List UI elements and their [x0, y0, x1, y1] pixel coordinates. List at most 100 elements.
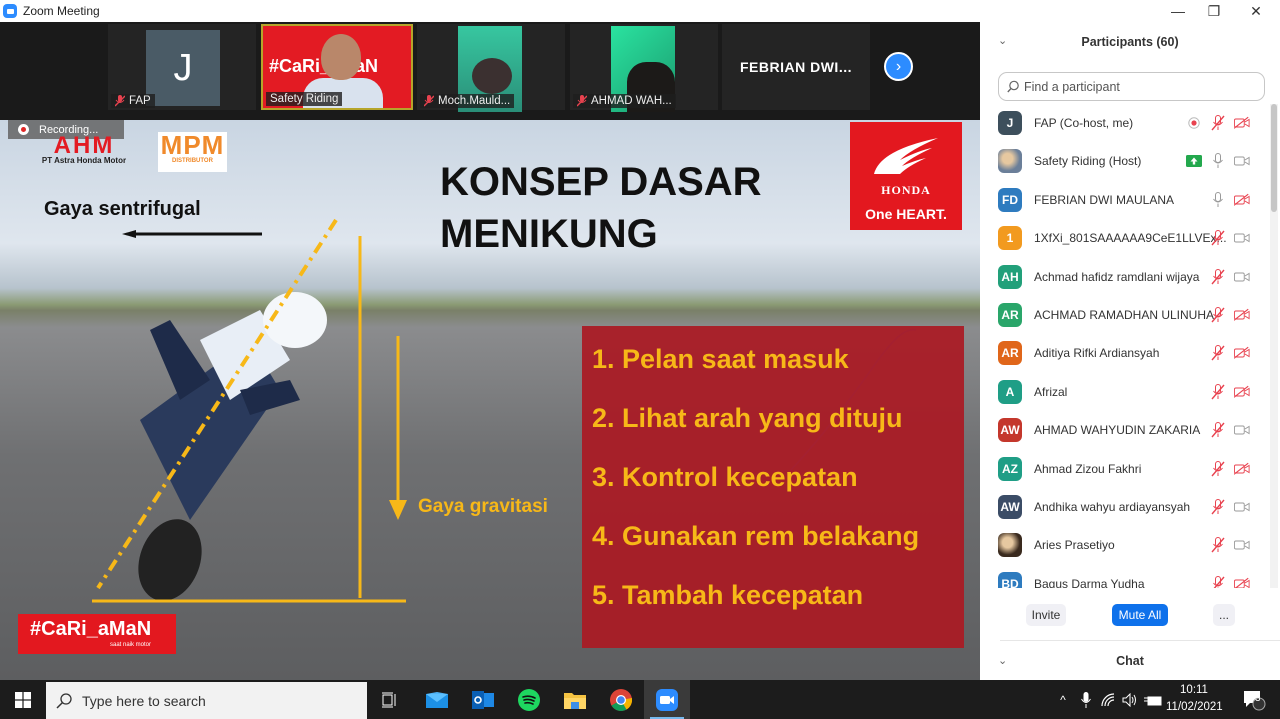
video-off-icon[interactable] [1234, 192, 1250, 208]
participant-status-icons [1210, 575, 1250, 588]
mic-muted-icon[interactable] [1210, 575, 1226, 588]
video-tile-fap[interactable]: J FAP [108, 24, 256, 110]
taskbar-clock[interactable]: 10:11 11/02/2021 [1166, 682, 1223, 716]
mic-muted-icon[interactable] [1210, 230, 1226, 246]
participant-row[interactable]: FD FEBRIAN DWI MAULANA [980, 181, 1270, 219]
taskbar-spotify[interactable] [506, 680, 552, 719]
taskbar-search[interactable] [46, 682, 367, 719]
restore-icon: ❐ [1207, 2, 1221, 19]
screen-share-icon [1186, 153, 1202, 169]
search-icon [56, 692, 72, 709]
tray-volume[interactable] [1120, 680, 1140, 719]
task-view-button[interactable] [367, 680, 413, 719]
scrollbar-thumb[interactable] [1271, 104, 1277, 212]
video-off-icon[interactable] [1234, 576, 1250, 588]
zoom-app-icon [3, 4, 17, 18]
video-off-icon[interactable] [1234, 307, 1250, 323]
participant-row[interactable]: AW AHMAD WAHYUDIN ZAKARIA [980, 411, 1270, 449]
participant-name: Ahmad Zizou Fakhri [1034, 461, 1142, 476]
honda-name: HONDA [881, 183, 931, 197]
action-center-button[interactable]: 3 [1234, 680, 1274, 719]
participant-search-input[interactable] [1024, 79, 1254, 94]
record-icon [18, 124, 29, 135]
chat-header[interactable]: ⌄ Chat [980, 652, 1280, 672]
video-off-icon[interactable] [1234, 115, 1250, 131]
show-hidden-icons[interactable]: ^ [1052, 680, 1074, 719]
taskbar-mail[interactable] [414, 680, 460, 719]
participant-row[interactable]: BD Bagus Darma Yudha [980, 565, 1270, 588]
video-tile-ahmad[interactable]: AHMAD WAH... [570, 24, 718, 112]
mute-all-button[interactable]: Mute All [1112, 604, 1168, 626]
recording-icon [1186, 115, 1202, 131]
mic-muted-icon[interactable] [1210, 307, 1226, 323]
participant-row[interactable]: Aries Prasetiyo [980, 526, 1270, 564]
video-camera-icon[interactable] [1234, 499, 1250, 515]
participant-search[interactable] [998, 72, 1265, 101]
video-camera-icon[interactable] [1234, 537, 1250, 553]
video-tile-safety-riding[interactable]: #CaRi_aMaN Safety Riding [261, 24, 413, 110]
participant-status-icons [1210, 499, 1250, 515]
invite-button[interactable]: Invite [1026, 604, 1066, 626]
avatar-photo [998, 533, 1022, 558]
participant-row[interactable]: AR Aditiya Rifki Ardiansyah [980, 334, 1270, 372]
mic-muted-icon[interactable] [1210, 345, 1226, 361]
mic-muted-icon[interactable] [1210, 115, 1226, 131]
avatar: AR [998, 303, 1022, 327]
video-off-icon[interactable] [1234, 461, 1250, 477]
taskbar-file-explorer[interactable] [552, 680, 598, 719]
chat-title: Chat [1116, 654, 1144, 668]
participant-row[interactable]: 1 1XfXi_801SAAAAAA9CeE1LLVEx... [980, 219, 1270, 257]
participant-status-icons [1210, 307, 1250, 323]
minimize-button[interactable]: — [1158, 0, 1198, 22]
taskbar-outlook[interactable] [460, 680, 506, 719]
video-camera-icon[interactable] [1234, 153, 1250, 169]
participant-row[interactable]: A Afrizal [980, 373, 1270, 411]
microphone-icon[interactable] [1210, 191, 1226, 208]
participant-name: AHMAD WAH... [591, 95, 672, 107]
video-camera-icon[interactable] [1234, 269, 1250, 285]
close-button[interactable]: ✕ [1236, 0, 1276, 22]
avatar: AH [998, 264, 1022, 289]
volume-icon [1122, 692, 1136, 707]
taskbar-zoom[interactable] [644, 680, 690, 719]
participants-header[interactable]: ⌄ Participants (60) [980, 32, 1280, 54]
participant-row[interactable]: AH Achmad hafidz ramdlani wijaya [980, 258, 1270, 296]
participant-row[interactable]: J FAP (Co-host, me) [980, 104, 1270, 142]
next-page-button[interactable]: › [884, 52, 913, 81]
start-button[interactable] [0, 680, 46, 719]
participant-status-icons [1186, 153, 1250, 169]
participant-row[interactable]: AR ACHMAD RAMADHAN ULINUHA [980, 296, 1270, 334]
tile-label: Safety Riding [266, 92, 343, 106]
video-tile-moch[interactable]: Moch.Mauld... [417, 24, 565, 112]
mic-muted-icon[interactable] [1210, 422, 1226, 438]
participant-row[interactable]: AW Andhika wahyu ardiayansyah [980, 488, 1270, 526]
mic-muted-icon[interactable] [1210, 383, 1226, 400]
mic-muted-icon[interactable] [1210, 268, 1226, 285]
clock-date: 11/02/2021 [1166, 701, 1223, 713]
mic-muted-icon[interactable] [1210, 499, 1226, 515]
taskbar-chrome[interactable] [598, 680, 644, 719]
notification-count: 3 [1255, 693, 1261, 704]
taskbar-search-input[interactable] [82, 692, 342, 709]
tray-wifi[interactable] [1098, 680, 1118, 719]
mpm-logo-text: MPM [160, 130, 225, 160]
ahm-logo: AHM PT Astra Honda Motor [36, 134, 132, 166]
participant-row[interactable]: Safety Riding (Host) [980, 142, 1270, 180]
video-off-icon[interactable] [1234, 345, 1250, 361]
tray-battery[interactable] [1142, 680, 1164, 719]
participant-status-icons [1210, 422, 1250, 438]
campaign-badge: #CaRi_aMaN saat naik motor [18, 614, 176, 654]
tray-microphone[interactable] [1076, 680, 1096, 719]
video-off-icon[interactable] [1234, 384, 1250, 400]
video-camera-icon[interactable] [1234, 422, 1250, 438]
participant-row[interactable]: AZ Ahmad Zizou Fakhri [980, 450, 1270, 488]
more-options-button[interactable]: ... [1213, 604, 1235, 626]
video-camera-icon[interactable] [1234, 230, 1250, 246]
participant-name: Afrizal [1034, 384, 1068, 399]
mic-muted-icon[interactable] [1210, 537, 1226, 553]
restore-button[interactable]: ❐ [1194, 0, 1234, 22]
mic-muted-icon[interactable] [1210, 460, 1226, 477]
participant-status-icons [1186, 115, 1250, 131]
video-tile-febrian[interactable]: FEBRIAN DWI... [722, 24, 870, 110]
microphone-icon[interactable] [1210, 153, 1226, 169]
